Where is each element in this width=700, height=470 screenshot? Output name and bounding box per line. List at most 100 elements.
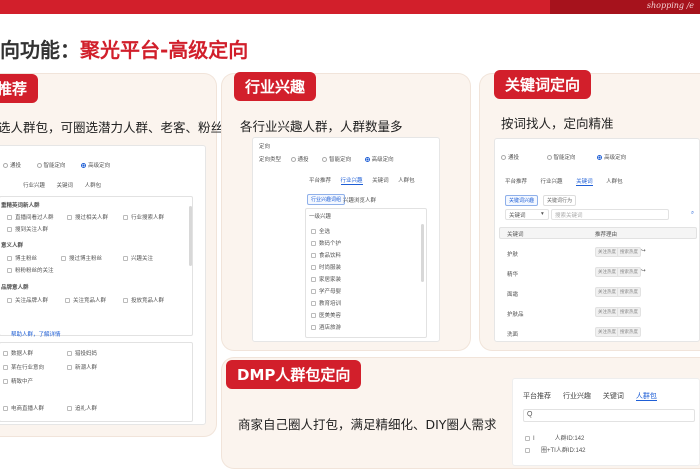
keyword-interest-button[interactable]: 关键词兴趣 — [505, 195, 539, 206]
crowd-radio-row: 通投 智能定向 高级定向 — [3, 161, 110, 169]
tab-crowd-pack[interactable]: 人群包 — [606, 179, 623, 185]
radio-advanced[interactable]: 高级定向 — [81, 163, 110, 169]
crowd-section2-title: 意义人群 — [1, 243, 24, 249]
crowd-section3-item[interactable]: 投放竞品人群 — [123, 296, 164, 304]
radio-tongtou[interactable]: 通投 — [501, 155, 519, 161]
tab-platform-recommend[interactable]: 平台推荐 — [505, 179, 527, 185]
industry-section-label: 定向 — [259, 144, 271, 150]
keyword-row-label: 精华 — [507, 272, 519, 278]
card-industry-badge: 行业兴趣 — [234, 72, 317, 101]
industry-subtab-interest-group[interactable]: 行业兴趣词组 — [307, 194, 346, 205]
card-keyword-desc: 按词找人，定向精准 — [501, 116, 614, 131]
crowd-section3-item[interactable]: 关注品牌人群 — [7, 296, 48, 304]
tab-keyword[interactable]: 关键词 — [57, 183, 74, 189]
radio-smart[interactable]: 智能定向 — [36, 163, 66, 169]
tab-industry[interactable]: 行业兴趣 — [340, 178, 363, 185]
crowd-section1-item[interactable]: 搜过相关人群 — [67, 213, 108, 221]
keyword-tag-follow: 关注热度 — [595, 327, 619, 337]
radio-smart[interactable]: 智能定向 — [322, 157, 351, 163]
crowd-section3-title: 品牌意人群 — [1, 285, 29, 291]
crowd-section1-title: 重精英词新人群 — [1, 203, 40, 209]
keyword-row-label: 洗面 — [507, 332, 519, 338]
brand-text: shopping /e — [646, 1, 694, 10]
keyword-tag-follow: 关注热度 — [595, 267, 619, 277]
crowd-list-item[interactable]: 追礼人群 — [67, 404, 97, 412]
industry-list-item[interactable]: 时尚服装 — [311, 263, 341, 271]
tab-keyword[interactable]: 关键词 — [372, 178, 389, 184]
crowd-section2-item[interactable]: 兴趣关注 — [123, 254, 153, 262]
industry-subtab-browse[interactable]: 兴趣浏览人群 — [343, 196, 376, 204]
crowd-section1-item[interactable]: 搜到关注人群 — [7, 225, 48, 233]
search-icon: Q — [527, 411, 533, 418]
keyword-behavior-button[interactable]: 关键词行为 — [543, 195, 577, 206]
keyword-row-label: 面霜 — [507, 292, 519, 298]
tab-crowd-pack[interactable]: 人群包 — [635, 393, 657, 401]
radio-smart[interactable]: 智能定向 — [546, 155, 576, 161]
industry-list-item[interactable]: 食品饮料 — [311, 251, 341, 259]
dmp-tabs: 平台推荐 行业兴趣 关键词 人群包 — [523, 391, 657, 401]
industry-radio-row: 定向类型 通投 智能定向 高级定向 — [259, 155, 394, 163]
keyword-tag-search: 搜索热度 — [617, 307, 641, 317]
tab-keyword[interactable]: 关键词 — [576, 179, 593, 186]
radio-tongtou[interactable]: 通投 — [290, 157, 309, 163]
crowd-list-item[interactable]: 数据人群 — [3, 349, 33, 357]
radio-tongtou[interactable]: 通投 — [3, 163, 21, 169]
crowd-tabs: 行业兴趣 关键词 人群包 — [23, 181, 101, 189]
dmp-row-mark: I — [533, 436, 535, 442]
crowd-section2-item[interactable]: 粉粉粉丝的关注 — [7, 266, 54, 274]
crowd-section1-item[interactable]: 行业搜索人群 — [123, 213, 164, 221]
industry-list-item[interactable]: 教育培训 — [311, 299, 341, 307]
crowd-list-item[interactable]: 猎投妈妈 — [67, 349, 97, 357]
industry-list-item[interactable]: 数码个护 — [311, 239, 341, 247]
keyword-tag-search: 搜索热度 — [617, 247, 641, 257]
industry-list-item[interactable]: 全选 — [311, 227, 330, 235]
dmp-row[interactable]: 圈+TI人群ID:142 — [525, 445, 586, 454]
card-keyword-badge: 关键词定向 — [494, 70, 592, 99]
card-crowd-badge: 推荐 — [0, 74, 39, 103]
industry-scrollbar[interactable] — [421, 224, 424, 282]
tab-keyword[interactable]: 关键词 — [603, 393, 624, 400]
crowd-section3-item[interactable]: 关注竞品人群 — [65, 296, 106, 304]
link-icon[interactable]: ↪ — [641, 248, 646, 254]
dmp-row[interactable]: I 人群ID:142 — [525, 433, 584, 442]
keyword-tag-search: 搜索热度 — [617, 287, 641, 297]
keyword-tag-search: 搜索热度 — [617, 267, 641, 277]
crowd-section1-item[interactable]: 直播间看过人群 — [7, 213, 54, 221]
keyword-col-keyword: 关键词 — [507, 232, 524, 238]
crowd-section2-item[interactable]: 搜过博主粉丝 — [61, 254, 102, 262]
tab-crowd-pack[interactable]: 人群包 — [85, 183, 102, 189]
crowd-scrollbar[interactable] — [189, 206, 192, 266]
tab-industry[interactable]: 行业兴趣 — [563, 393, 591, 400]
tab-platform-recommend[interactable]: 平台推荐 — [309, 178, 331, 184]
radio-advanced[interactable]: 高级定向 — [597, 155, 626, 161]
keyword-select-label: 关键词 — [509, 213, 526, 219]
chevron-down-icon: ▾ — [541, 211, 544, 217]
tab-industry[interactable]: 行业兴趣 — [23, 183, 45, 189]
crowd-section2-item[interactable]: 博主粉丝 — [7, 254, 37, 262]
page-title-main: 聚光平台-高级定向 — [80, 38, 249, 62]
crowd-list-item[interactable]: 精致中产 — [3, 377, 33, 385]
dmp-search-input[interactable] — [523, 409, 695, 422]
tab-crowd-pack[interactable]: 人群包 — [398, 178, 415, 184]
tab-platform-recommend[interactable]: 平台推荐 — [523, 393, 551, 400]
radio-advanced[interactable]: 高级定向 — [364, 157, 394, 163]
industry-list-item[interactable]: 医美美容 — [311, 311, 341, 319]
crowd-targeting-panel: 通投 智能定向 高级定向 行业兴趣 关键词 人群包 重精英词新人群 直播间看过人… — [0, 145, 206, 425]
industry-list-item[interactable]: 酒店旅游 — [311, 323, 341, 331]
page-title-prefix: 向功能： — [0, 38, 80, 62]
tab-industry[interactable]: 行业兴趣 — [541, 179, 563, 185]
dmp-panel: 平台推荐 行业兴趣 关键词 人群包 Q I 人群ID:142 圈+TI人群ID:1… — [512, 378, 700, 466]
search-icon[interactable]: ⌕ — [691, 210, 694, 217]
crowd-list-item[interactable]: 新潮人群 — [67, 363, 97, 371]
crowd-list-item[interactable]: 某在行业意向 — [3, 363, 44, 371]
card-crowd-desc: 选人群包，可圈选潜力人群、老客、粉丝 — [0, 120, 224, 135]
crowd-list-item[interactable]: 电商直播人群 — [3, 404, 44, 412]
keyword-tag-follow: 关注热度 — [595, 247, 619, 257]
link-icon[interactable]: ↪ — [641, 268, 646, 274]
keyword-tag-search: 搜索热度 — [617, 327, 641, 337]
page-title: 向功能：聚光平台-高级定向 — [0, 34, 248, 63]
crowd-help-link[interactable]: 帮助人群，了解详情 — [11, 330, 61, 338]
keyword-tabs: 平台推荐 行业兴趣 关键词 人群包 — [505, 177, 623, 186]
industry-list-item[interactable]: 学产母婴 — [311, 287, 341, 295]
industry-list-item[interactable]: 家居家装 — [311, 275, 341, 283]
